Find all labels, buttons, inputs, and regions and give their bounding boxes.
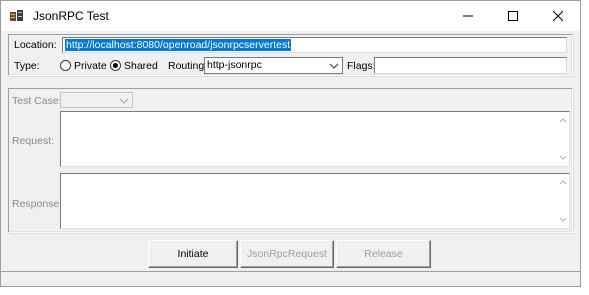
location-label: Location: <box>14 39 57 51</box>
test-case-label: Test Case: <box>12 95 62 107</box>
scroll-up-icon[interactable] <box>559 176 567 188</box>
routing-select[interactable]: http-jsonrpc <box>204 57 343 74</box>
app-window: JsonRPC Test Location: http://localhost:… <box>0 0 581 287</box>
flags-label: Flags: <box>347 60 376 72</box>
location-field[interactable]: http://localhost:8080/openroad/jsonrpcse… <box>62 37 567 53</box>
request-textarea[interactable] <box>60 111 570 167</box>
private-radio[interactable] <box>60 60 71 71</box>
minimize-icon <box>462 15 473 17</box>
connection-panel: Location: http://localhost:8080/openroad… <box>8 34 573 76</box>
scroll-up-icon[interactable] <box>559 114 567 126</box>
type-label: Type: <box>14 60 40 72</box>
shared-radio[interactable] <box>110 60 121 71</box>
scroll-down-icon[interactable] <box>559 152 567 164</box>
routing-value: http-jsonrpc <box>207 59 262 71</box>
maximize-icon <box>507 11 518 21</box>
flags-field[interactable] <box>374 57 567 74</box>
test-case-select[interactable] <box>60 92 133 108</box>
release-button[interactable]: Release <box>336 240 431 268</box>
routing-label: Routing: <box>168 60 208 72</box>
initiate-button[interactable]: Initiate <box>148 240 238 268</box>
location-value: http://localhost:8080/openroad/jsonrpcse… <box>65 39 292 51</box>
shared-radio-label[interactable]: Shared <box>124 60 158 72</box>
request-label: Request: <box>12 135 55 147</box>
title-bar[interactable]: JsonRPC Test <box>1 1 580 31</box>
scroll-down-icon[interactable] <box>559 214 567 226</box>
jsonrpc-request-button[interactable]: JsonRpcRequest <box>240 240 334 268</box>
response-label: Response: <box>12 198 63 210</box>
maximize-button[interactable] <box>490 1 535 31</box>
request-panel: Test Case: Request: Response: <box>8 88 573 233</box>
app-icon <box>9 9 25 23</box>
response-textarea[interactable] <box>60 173 570 229</box>
private-radio-label[interactable]: Private <box>74 60 107 72</box>
status-bar <box>1 271 580 286</box>
minimize-button[interactable] <box>445 1 490 31</box>
window-title: JsonRPC Test <box>33 9 109 23</box>
close-button[interactable] <box>535 1 580 31</box>
chevron-down-icon <box>119 96 129 108</box>
chevron-down-icon <box>329 61 339 73</box>
close-icon <box>552 11 563 21</box>
